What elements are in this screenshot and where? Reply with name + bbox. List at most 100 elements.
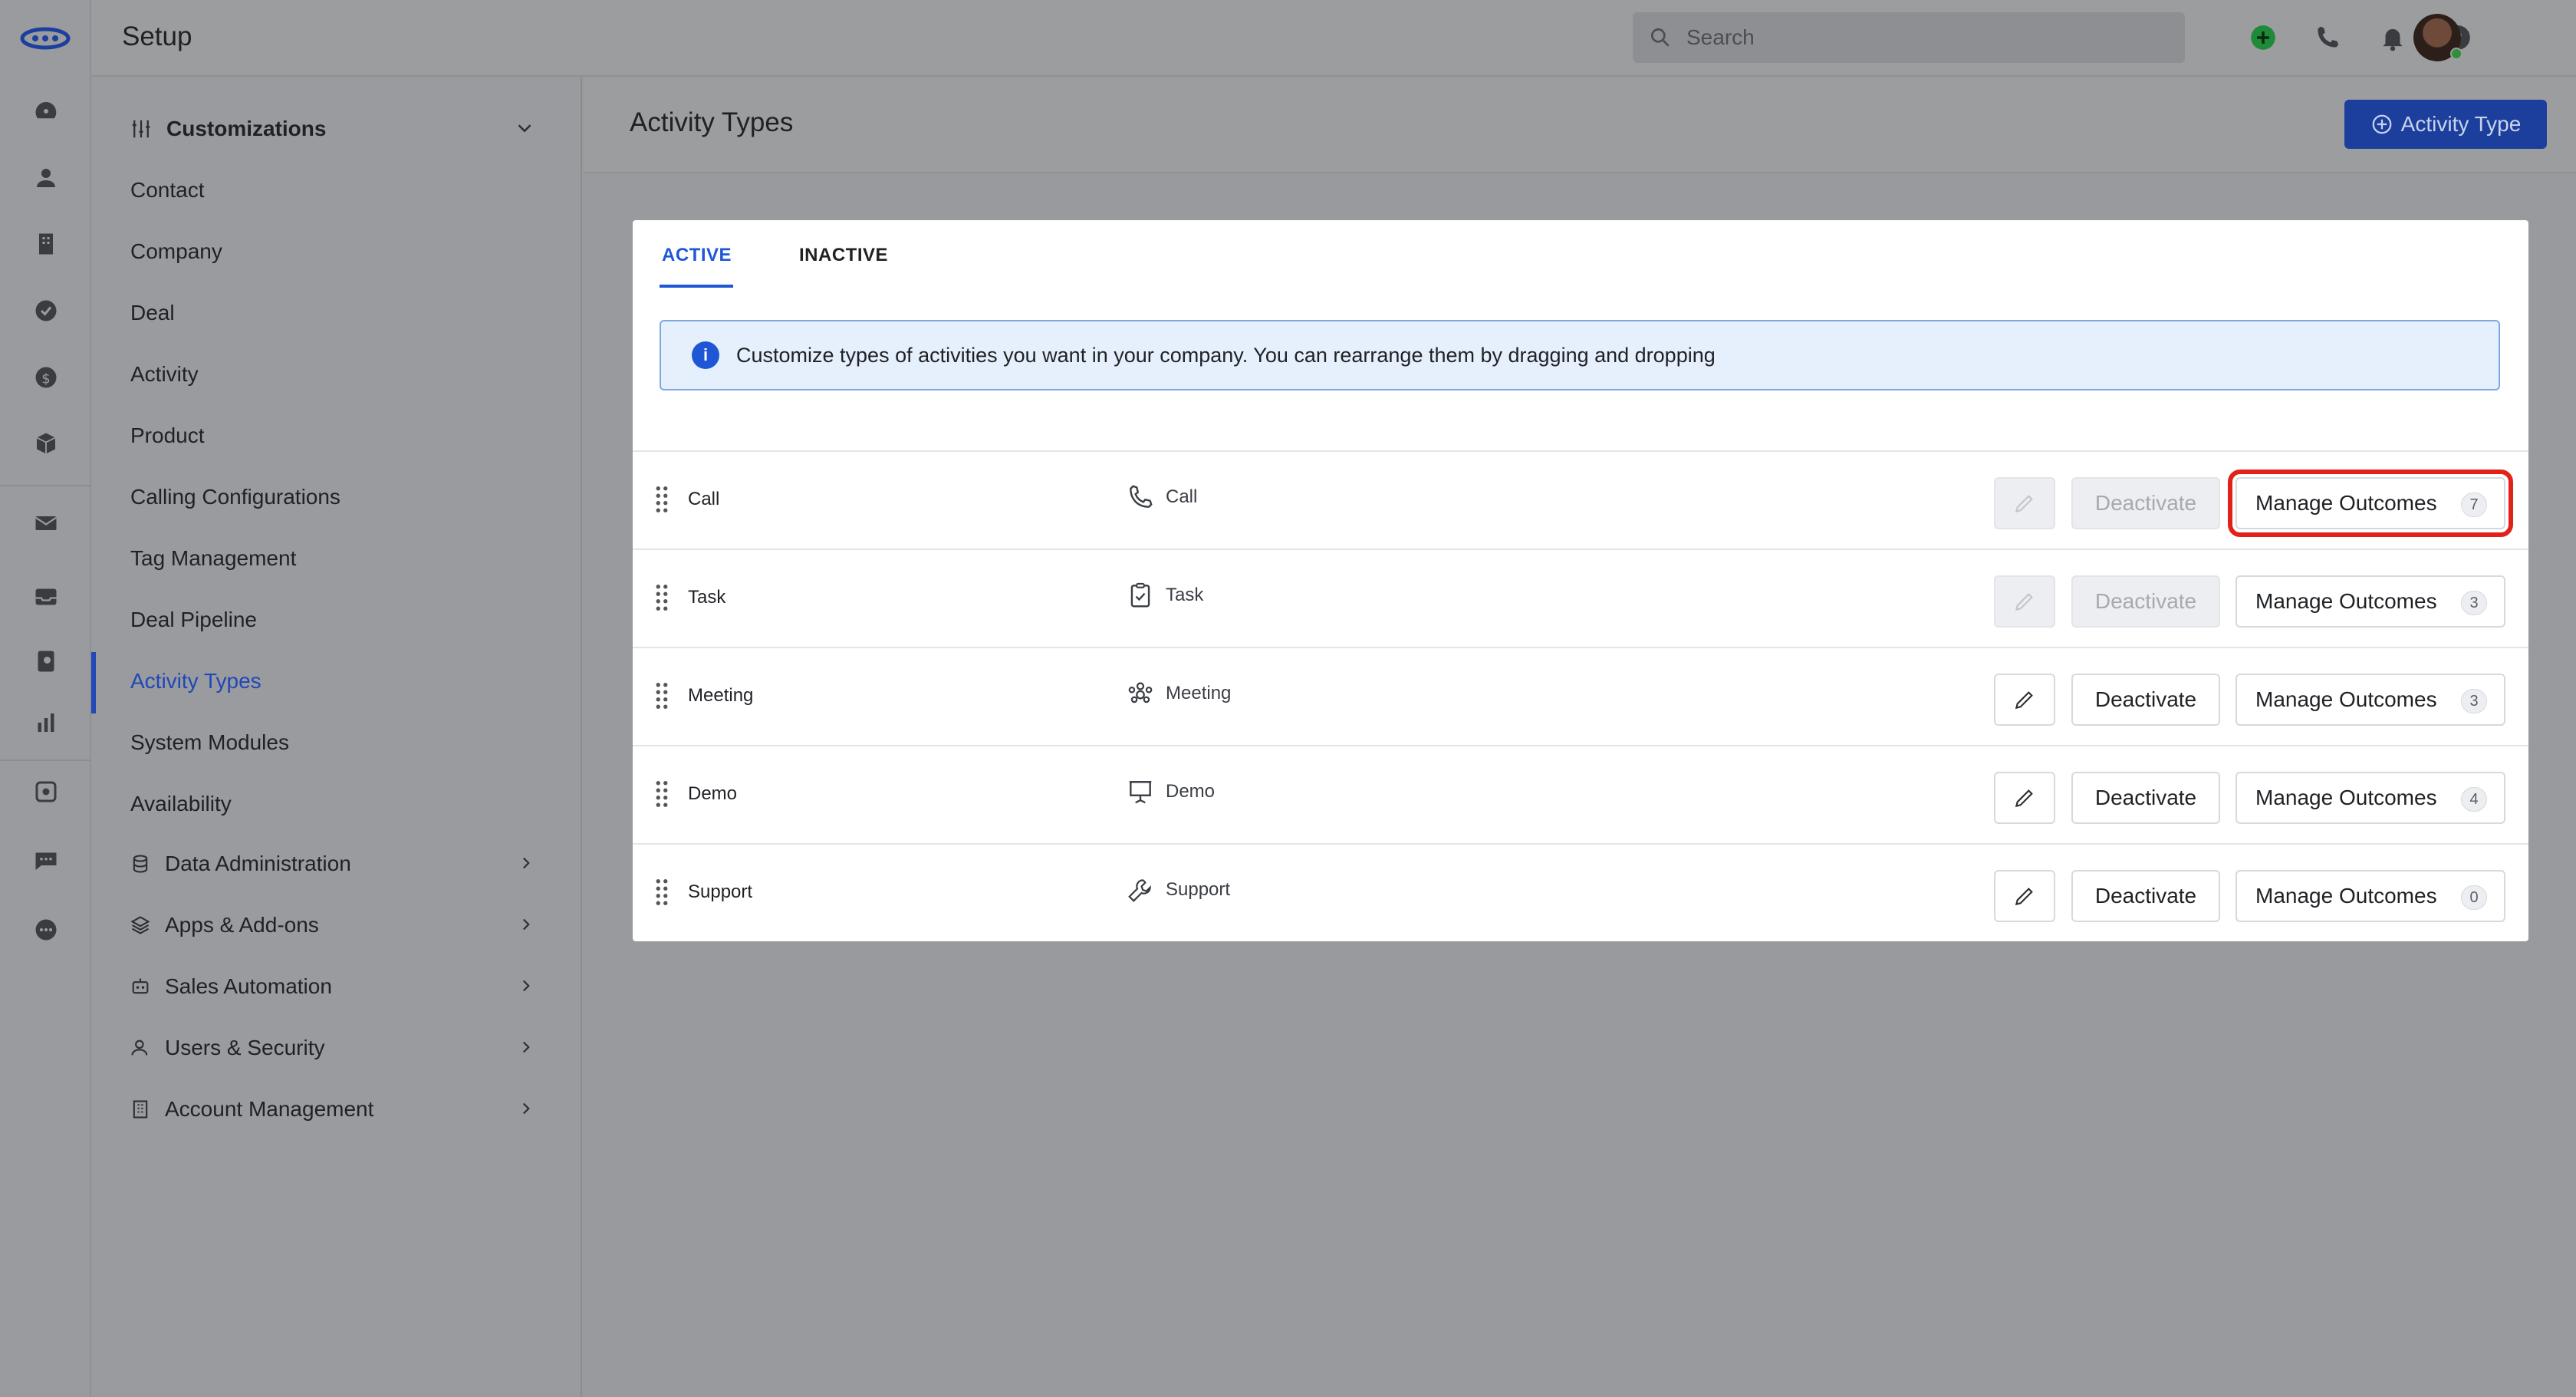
sidebar-item-contact[interactable]: Contact [130, 178, 205, 203]
manage-outcomes-button[interactable]: Manage Outcomes 4 [2235, 772, 2505, 824]
app-title: Setup [122, 21, 192, 51]
manage-outcomes-button[interactable]: Manage Outcomes 7 [2228, 470, 2513, 537]
manage-outcomes-button[interactable]: Manage Outcomes 0 [2235, 870, 2505, 922]
add-plus-icon[interactable] [2247, 21, 2279, 54]
outcome-count-badge: 7 [2461, 493, 2487, 517]
products-box-icon[interactable] [31, 428, 61, 459]
edit-button[interactable] [1994, 772, 2055, 824]
inbox-icon[interactable] [31, 582, 61, 612]
dashboard-icon[interactable] [31, 96, 61, 127]
edit-button[interactable] [1994, 575, 2055, 628]
sidebar-item-company[interactable]: Company [130, 239, 222, 264]
pencil-icon [2015, 789, 2033, 808]
drag-handle-icon[interactable] [654, 877, 669, 906]
tab-active[interactable]: ACTIVE [662, 245, 732, 266]
chevron-right-icon [522, 980, 530, 992]
sidebar-item-deal[interactable]: Deal [130, 301, 175, 325]
sidebar-item-deal-pipeline[interactable]: Deal Pipeline [130, 608, 257, 632]
tab-inactive[interactable]: INACTIVE [799, 245, 888, 266]
sidebar-section-label: Data Administration [165, 852, 351, 875]
table-row: Support Support Deactivate Manage Outcom… [633, 843, 2528, 941]
deactivate-button[interactable]: Deactivate [2071, 575, 2220, 628]
drag-handle-icon[interactable] [654, 680, 669, 710]
robot-icon [132, 978, 149, 994]
settings-sidebar: Customizations Contact Company Deal Acti… [91, 77, 582, 1397]
top-bar: Setup Search ? [91, 0, 2576, 77]
companies-icon[interactable] [31, 229, 61, 259]
chat-icon[interactable] [31, 845, 61, 876]
sidebar-item-activity[interactable]: Activity [130, 362, 199, 387]
table-row: Demo Demo Deactivate Manage Outcomes 4 [633, 745, 2528, 843]
manage-outcomes-button[interactable]: Manage Outcomes 3 [2235, 674, 2505, 726]
sidebar-group-customizations[interactable]: Customizations [130, 114, 559, 144]
outcome-count-badge: 4 [2461, 787, 2487, 812]
table-row: Task Task Deactivate Manage Outcomes 3 [633, 549, 2528, 647]
add-activity-type-button[interactable]: Activity Type [2344, 100, 2547, 149]
more-icon[interactable] [31, 914, 61, 945]
edit-button[interactable] [1994, 870, 2055, 922]
deactivate-button[interactable]: Deactivate [2071, 477, 2220, 529]
drag-handle-icon[interactable] [654, 582, 669, 611]
mail-icon[interactable] [31, 508, 61, 539]
active-indicator [91, 652, 96, 713]
deactivate-button[interactable]: Deactivate [2071, 870, 2220, 922]
building-icon [133, 1100, 148, 1119]
info-banner: i Customize types of activities you want… [660, 320, 2500, 390]
sidebar-item-availability[interactable]: Availability [130, 792, 232, 816]
activity-types-card: ACTIVE INACTIVE i Customize types of act… [633, 220, 2528, 941]
page-header: Activity Types Activity Type [584, 77, 2576, 173]
phone-icon[interactable] [2311, 21, 2344, 54]
search-icon [1651, 28, 1670, 47]
sidebar-item-system-modules[interactable]: System Modules [130, 730, 289, 755]
phone-icon [1130, 485, 1153, 508]
deals-dollar-icon[interactable]: $ [31, 362, 61, 393]
sidebar-section-sales-automation[interactable]: Sales Automation [130, 971, 559, 1002]
drag-handle-icon[interactable] [654, 484, 669, 513]
sidebar-section-users-security[interactable]: Users & Security [130, 1033, 559, 1063]
edit-button[interactable] [1994, 477, 2055, 529]
sidebar-item-tag-management[interactable]: Tag Management [130, 546, 296, 571]
sliders-icon [132, 120, 150, 138]
plus-circle-icon [2372, 114, 2392, 134]
sidebar-section-label: Users & Security [165, 1036, 325, 1059]
table-row: Call Call Deactivate Manage Outcomes 7 [633, 450, 2528, 549]
phone-book-icon[interactable] [31, 646, 61, 677]
drag-handle-icon[interactable] [654, 779, 669, 808]
bell-icon[interactable] [2377, 21, 2409, 54]
outcome-count-badge: 3 [2461, 591, 2487, 615]
sidebar-section-apps-addons[interactable]: Apps & Add-ons [130, 910, 559, 941]
sidebar-section-label: Account Management [165, 1097, 374, 1121]
activity-type-label: Support [1166, 879, 1231, 900]
app-nav-rail: $ [0, 0, 91, 1397]
sidebar-section-label: Apps & Add-ons [165, 913, 319, 937]
sidebar-item-activity-types[interactable]: Activity Types [130, 669, 262, 694]
manage-outcomes-label: Manage Outcomes [2255, 884, 2437, 908]
sidebar-item-product[interactable]: Product [130, 423, 205, 448]
add-activity-type-label: Activity Type [2400, 112, 2522, 136]
contacts-icon[interactable] [31, 163, 61, 193]
sidebar-section-account-management[interactable]: Account Management [130, 1094, 559, 1125]
app-logo-icon[interactable] [20, 23, 71, 54]
sidebar-item-calling-configurations[interactable]: Calling Configurations [130, 485, 341, 509]
automation-icon[interactable] [31, 776, 61, 807]
manage-outcomes-button[interactable]: Manage Outcomes 3 [2235, 575, 2505, 628]
layers-icon [130, 916, 150, 934]
database-icon [133, 855, 148, 873]
search-input[interactable]: Search [1633, 12, 2185, 63]
activity-name: Support [688, 881, 753, 902]
avatar[interactable] [2413, 14, 2462, 61]
activity-name: Task [688, 587, 726, 608]
reports-chart-icon[interactable] [31, 707, 61, 738]
tasks-check-icon[interactable] [31, 295, 61, 326]
deactivate-button[interactable]: Deactivate [2071, 772, 2220, 824]
user-icon [131, 1040, 148, 1056]
outcome-count-badge: 3 [2461, 689, 2487, 713]
online-status-dot [2450, 48, 2462, 60]
active-tab-underline [660, 285, 733, 288]
wrench-icon [1128, 879, 1151, 902]
sidebar-section-data-administration[interactable]: Data Administration [130, 848, 559, 879]
pencil-icon [2015, 691, 2033, 710]
info-icon: i [692, 341, 719, 369]
edit-button[interactable] [1994, 674, 2055, 726]
deactivate-button[interactable]: Deactivate [2071, 674, 2220, 726]
